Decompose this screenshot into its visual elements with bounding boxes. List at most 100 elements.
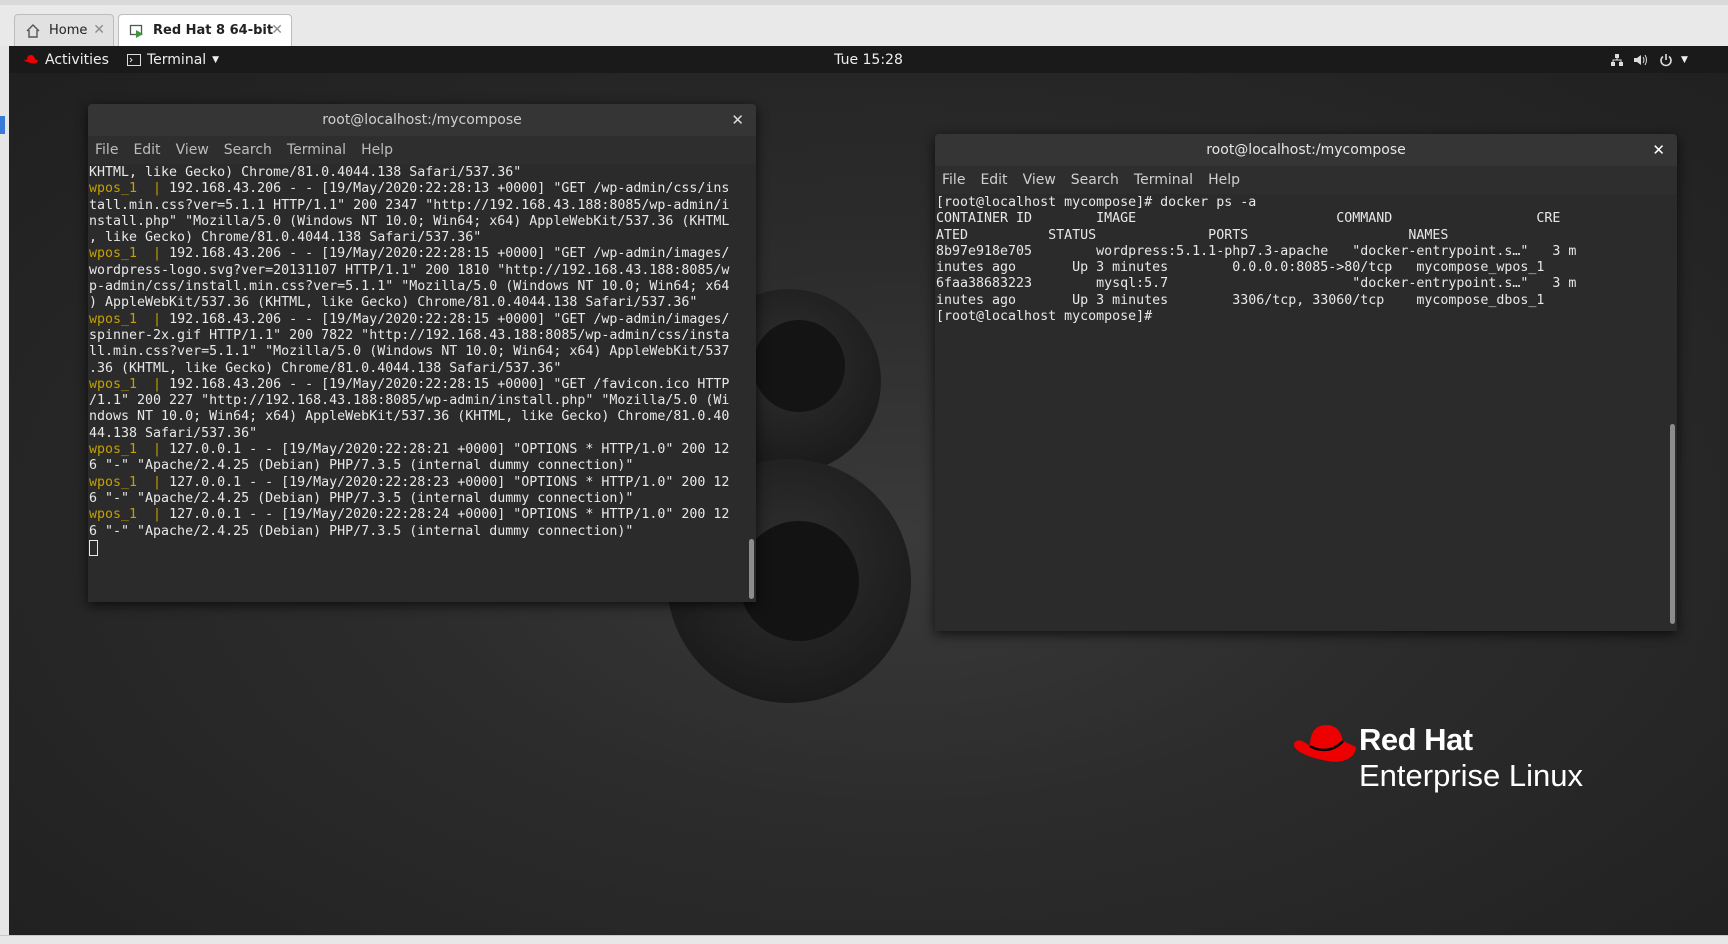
log-line: wpos_1 | 192.168.43.206 - - [19/May/2020… — [89, 246, 744, 262]
terminal-menubar: File Edit View Search Terminal Help — [935, 166, 1677, 194]
scrollbar-thumb[interactable] — [749, 539, 754, 599]
network-icon[interactable] — [1610, 46, 1624, 73]
log-line: /1.1" 200 227 "http://192.168.43.188:808… — [89, 393, 744, 409]
activities-label: Activities — [45, 51, 109, 68]
terminal-line: ATED STATUS PORTS NAMES — [936, 227, 1449, 243]
redhat-hat-icon — [23, 54, 39, 66]
volume-icon[interactable] — [1633, 46, 1649, 73]
menu-help[interactable]: Help — [1208, 172, 1240, 188]
log-line: ) AppleWebKit/537.36 (KHTML, like Gecko)… — [89, 295, 744, 311]
close-icon[interactable]: ✕ — [271, 22, 283, 38]
terminal-menubar: File Edit View Search Terminal Help — [88, 136, 756, 164]
app-menu-label: Terminal — [147, 51, 207, 68]
log-prefix: wpos_1 | — [89, 507, 170, 523]
log-text: 6 "-" "Apache/2.4.25 (Debian) PHP/7.3.5 … — [89, 523, 634, 539]
menu-edit[interactable]: Edit — [980, 172, 1007, 188]
log-line: wpos_1 | 192.168.43.206 - - [19/May/2020… — [89, 181, 744, 197]
terminal-titlebar[interactable]: root@localhost:/mycompose ✕ — [935, 134, 1677, 166]
clock-wrapper: Tue 15:28 — [9, 46, 1728, 73]
terminal-line: CONTAINER ID IMAGE COMMAND CRE — [936, 211, 1561, 227]
menu-terminal[interactable]: Terminal — [287, 142, 346, 158]
log-text: spinner-2x.gif HTTP/1.1" 200 7822 "http:… — [89, 327, 730, 343]
log-line: 6 "-" "Apache/2.4.25 (Debian) PHP/7.3.5 … — [89, 524, 744, 540]
log-prefix: wpos_1 | — [89, 246, 170, 262]
log-text: tall.min.css?ver=5.1.1 HTTP/1.1" 200 234… — [89, 197, 730, 213]
menu-terminal[interactable]: Terminal — [1134, 172, 1193, 188]
menu-file[interactable]: File — [95, 142, 118, 158]
log-text: 127.0.0.1 - - [19/May/2020:22:28:23 +000… — [169, 474, 730, 490]
activities-button[interactable]: Activities — [23, 46, 109, 73]
clock[interactable]: Tue 15:28 — [834, 52, 903, 68]
log-line: ndows NT 10.0; Win64; x64) AppleWebKit/5… — [89, 409, 744, 425]
guest-desktop: Activities Terminal ▼ Tue 15:28 ▼ root@l… — [9, 46, 1728, 935]
log-line: wpos_1 | 127.0.0.1 - - [19/May/2020:22:2… — [89, 507, 744, 523]
log-text: KHTML, like Gecko) Chrome/81.0.4044.138 … — [89, 165, 522, 180]
tab-home-label: Home — [49, 23, 88, 38]
log-text: .36 (KHTML, like Gecko) Chrome/81.0.4044… — [89, 360, 562, 376]
app-menu-terminal[interactable]: Terminal ▼ — [127, 46, 219, 73]
log-line: wpos_1 | 192.168.43.206 - - [19/May/2020… — [89, 377, 744, 393]
close-icon[interactable]: ✕ — [1652, 141, 1665, 159]
log-text: wordpress-logo.svg?ver=20131107 HTTP/1.1… — [89, 262, 730, 278]
terminal-window-docker[interactable]: root@localhost:/mycompose ✕ File Edit Vi… — [935, 134, 1677, 631]
close-icon[interactable]: ✕ — [731, 111, 744, 129]
chevron-down-icon[interactable]: ▼ — [1681, 46, 1688, 73]
tab-vm-redhat[interactable]: Red Hat 8 64-bit ✕ — [118, 14, 292, 46]
log-prefix: wpos_1 | — [89, 474, 170, 490]
log-text: ) AppleWebKit/537.36 (KHTML, like Gecko)… — [89, 295, 698, 311]
menu-help[interactable]: Help — [361, 142, 393, 158]
log-line: 6 "-" "Apache/2.4.25 (Debian) PHP/7.3.5 … — [89, 491, 744, 507]
menu-file[interactable]: File — [942, 172, 965, 188]
log-text: 44.138 Safari/537.36" — [89, 425, 258, 441]
tab-vm-label: Red Hat 8 64-bit — [153, 23, 274, 38]
log-line: wpos_1 | 127.0.0.1 - - [19/May/2020:22:2… — [89, 475, 744, 491]
log-line: spinner-2x.gif HTTP/1.1" 200 7822 "http:… — [89, 328, 744, 344]
menu-search[interactable]: Search — [1071, 172, 1119, 188]
log-prefix: wpos_1 | — [89, 376, 170, 392]
brand-line-2: Enterprise Linux — [1359, 758, 1584, 793]
log-text: 6 "-" "Apache/2.4.25 (Debian) PHP/7.3.5 … — [89, 458, 634, 474]
log-text: , like Gecko) Chrome/81.0.4044.138 Safar… — [89, 230, 482, 246]
terminal-cursor — [89, 539, 98, 556]
vm-icon — [129, 23, 145, 39]
terminal-line: 8b97e918e705 wordpress:5.1.1-php7.3-apac… — [936, 243, 1577, 259]
redhat-hat-icon — [1294, 725, 1356, 762]
log-text: p-admin/css/install.min.css?ver=5.1.1" "… — [89, 279, 730, 295]
terminal-window-logs[interactable]: root@localhost:/mycompose ✕ File Edit Vi… — [88, 104, 756, 602]
menu-edit[interactable]: Edit — [133, 142, 160, 158]
vm-left-indicator — [0, 116, 5, 134]
menu-view[interactable]: View — [176, 142, 209, 158]
home-icon — [25, 23, 41, 39]
terminal-output[interactable]: KHTML, like Gecko) Chrome/81.0.4044.138 … — [89, 165, 744, 602]
terminal-line: [root@localhost mycompose]# — [936, 309, 1153, 325]
log-text: 127.0.0.1 - - [19/May/2020:22:28:21 +000… — [169, 442, 730, 458]
log-text: /1.1" 200 227 "http://192.168.43.188:808… — [89, 393, 730, 409]
power-icon[interactable] — [1659, 46, 1673, 73]
gnome-top-bar: Activities Terminal ▼ Tue 15:28 ▼ — [9, 46, 1728, 73]
log-text: 192.168.43.206 - - [19/May/2020:22:28:15… — [169, 246, 730, 262]
tab-home[interactable]: Home ✕ — [14, 14, 114, 46]
scrollbar-thumb[interactable] — [1670, 424, 1675, 624]
log-line: 44.138 Safari/537.36" — [89, 426, 744, 442]
log-prefix: wpos_1 | — [89, 181, 170, 197]
log-text: 192.168.43.206 - - [19/May/2020:22:28:15… — [169, 376, 730, 392]
log-line: wordpress-logo.svg?ver=20131107 HTTP/1.1… — [89, 263, 744, 279]
log-line: wpos_1 | 127.0.0.1 - - [19/May/2020:22:2… — [89, 442, 744, 458]
log-text: 6 "-" "Apache/2.4.25 (Debian) PHP/7.3.5 … — [89, 490, 634, 506]
close-icon[interactable]: ✕ — [93, 22, 105, 38]
terminal-app-icon — [127, 53, 141, 66]
terminal-line: inutes ago Up 3 minutes 0.0.0.0:8085->80… — [936, 260, 1545, 276]
menu-view[interactable]: View — [1023, 172, 1056, 188]
brand-line-1: Red Hat — [1359, 722, 1473, 757]
terminal-titlebar[interactable]: root@localhost:/mycompose ✕ — [88, 104, 756, 136]
terminal-title: root@localhost:/mycompose — [1206, 142, 1406, 158]
log-text: nstall.php" "Mozilla/5.0 (Windows NT 10.… — [89, 213, 730, 229]
log-line: , like Gecko) Chrome/81.0.4044.138 Safar… — [89, 230, 744, 246]
vm-tab-bar: Home ✕ Red Hat 8 64-bit ✕ — [0, 5, 1728, 47]
terminal-output[interactable]: [root@localhost mycompose]# docker ps -a… — [936, 195, 1665, 631]
log-text: 192.168.43.206 - - [19/May/2020:22:28:15… — [169, 311, 730, 327]
log-line: KHTML, like Gecko) Chrome/81.0.4044.138 … — [89, 165, 744, 181]
terminal-title: root@localhost:/mycompose — [322, 112, 522, 128]
menu-search[interactable]: Search — [224, 142, 272, 158]
terminal-line: [root@localhost mycompose]# docker ps -a — [936, 195, 1257, 210]
